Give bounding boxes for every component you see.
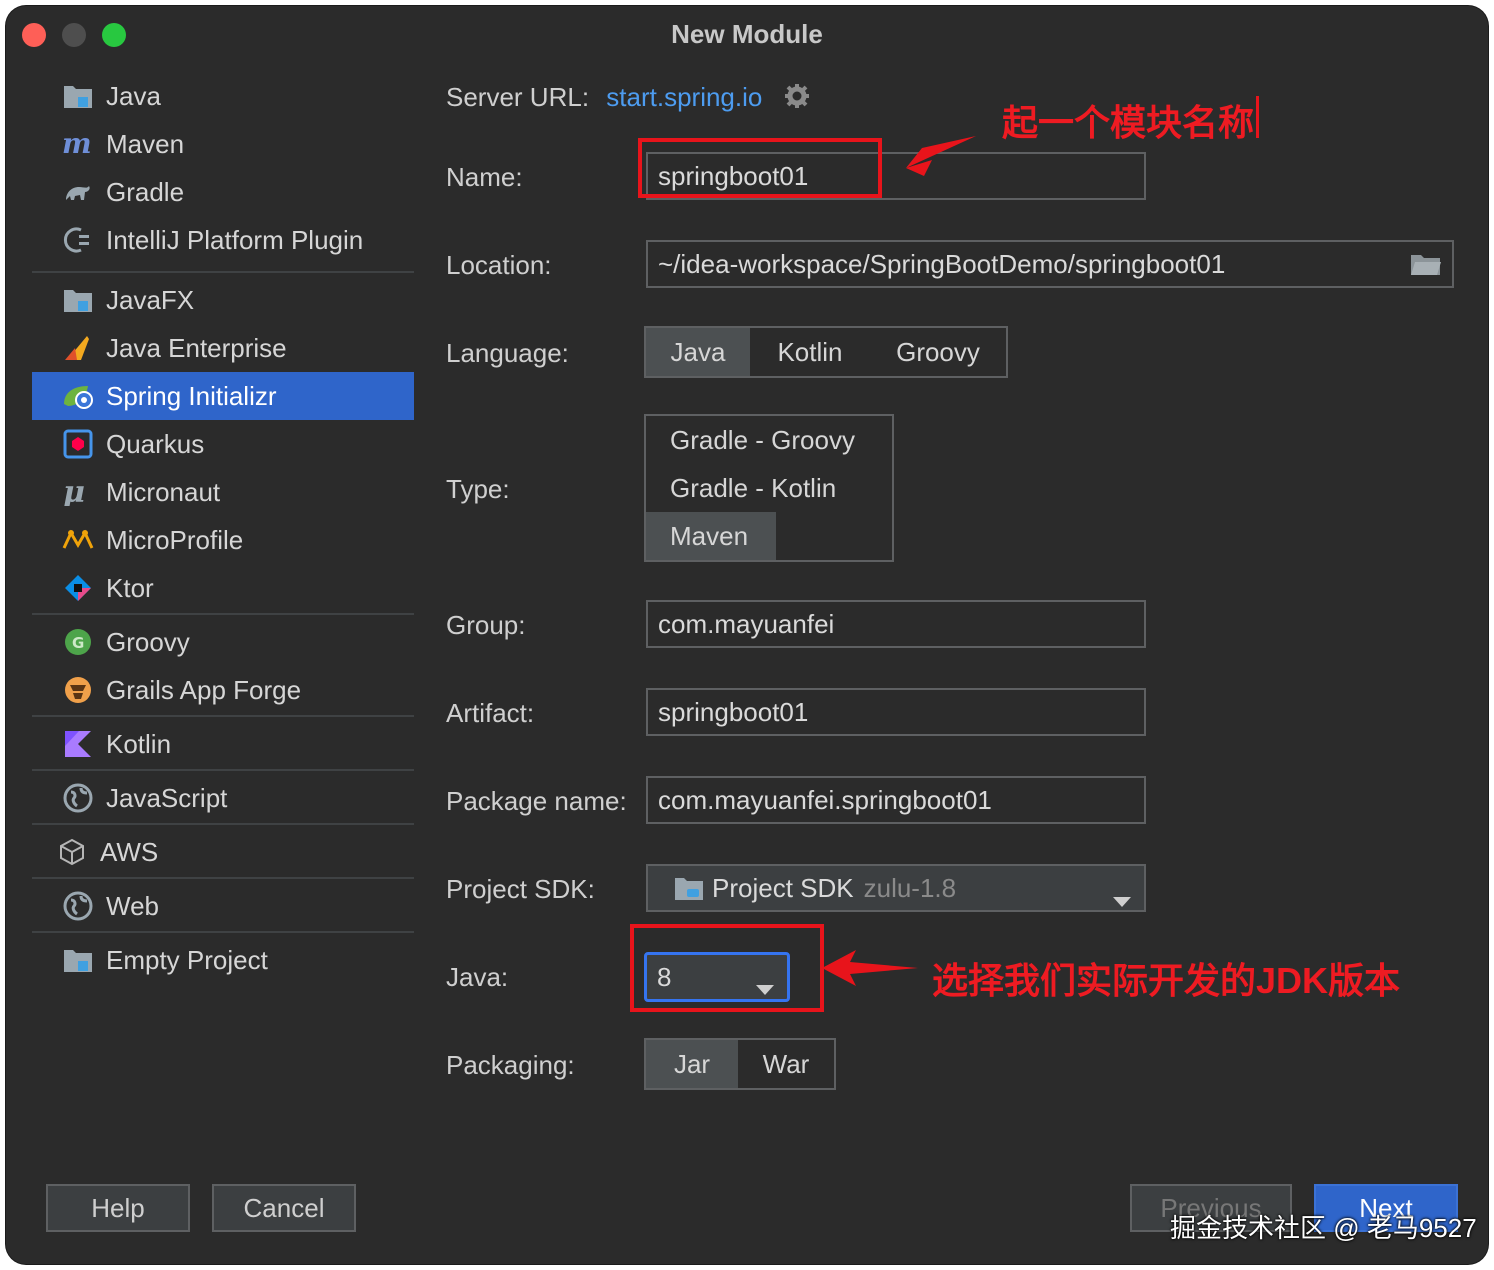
groovy-icon: G (62, 626, 94, 658)
sidebar-item-java-enterprise[interactable]: Java Enterprise (32, 324, 414, 372)
sidebar-item-maven[interactable]: m Maven (32, 120, 414, 168)
sidebar-divider (32, 823, 414, 825)
group-field[interactable]: com.mayuanfei (646, 600, 1146, 648)
packaging-selector[interactable]: Jar War (644, 1038, 836, 1090)
folder-browse-icon[interactable] (1410, 252, 1442, 283)
spring-icon (62, 380, 94, 412)
java-enterprise-icon (62, 332, 94, 364)
sidebar-item-web[interactable]: Web (32, 882, 414, 930)
type-label: Type: (446, 474, 510, 504)
packaging-label: Packaging: (446, 1050, 575, 1080)
sidebar-item-grails[interactable]: Grails App Forge (32, 666, 414, 714)
sidebar-item-javafx[interactable]: JavaFX (32, 276, 414, 324)
packaging-option-war[interactable]: War (738, 1040, 834, 1088)
server-url-label: Server URL: (446, 82, 590, 112)
artifact-label: Artifact: (446, 698, 535, 728)
maven-icon: m (62, 128, 94, 160)
language-label: Language: (446, 338, 569, 368)
svg-text:m: m (62, 131, 92, 157)
plugin-icon (62, 224, 94, 256)
sidebar-divider (32, 931, 414, 933)
grails-icon (62, 674, 94, 706)
sidebar-item-kotlin[interactable]: Kotlin (32, 720, 414, 768)
sdk-folder-icon (674, 875, 704, 901)
type-option-gradle-groovy[interactable]: Gradle - Groovy (646, 416, 892, 464)
name-label: Name: (446, 162, 523, 192)
kotlin-icon (62, 728, 94, 760)
watermark: 掘金技术社区 @ 老马9527 (1170, 1213, 1477, 1243)
group-label: Group: (446, 610, 526, 640)
type-option-gradle-kotlin[interactable]: Gradle - Kotlin (646, 464, 892, 512)
new-module-dialog: New Module Java m Maven Gradle IntelliJ … (6, 6, 1488, 1264)
package-name-field[interactable]: com.mayuanfei.springboot01 (646, 776, 1146, 824)
server-url-row: Server URL: start.spring.io (446, 82, 810, 116)
sidebar-item-gradle[interactable]: Gradle (32, 168, 414, 216)
sidebar-item-javascript[interactable]: JavaScript (32, 774, 414, 822)
micronaut-icon: μ (62, 476, 94, 508)
location-label: Location: (446, 250, 552, 280)
artifact-field[interactable]: springboot01 (646, 688, 1146, 736)
chevron-down-icon (1112, 884, 1132, 915)
microprofile-icon (62, 524, 94, 556)
sidebar-item-empty-project[interactable]: Empty Project (32, 936, 414, 984)
package-name-label: Package name: (446, 786, 627, 816)
cube-icon (56, 836, 88, 868)
red-arrow-icon (822, 950, 918, 986)
folder-icon (62, 944, 94, 976)
sidebar-divider (32, 715, 414, 717)
sidebar-item-intellij-plugin[interactable]: IntelliJ Platform Plugin (32, 216, 414, 264)
language-option-kotlin[interactable]: Kotlin (750, 328, 870, 376)
globe-icon (62, 890, 94, 922)
sidebar-item-spring-initializr[interactable]: Spring Initializr (32, 372, 414, 420)
sidebar-item-aws[interactable]: AWS (32, 828, 414, 876)
location-field[interactable]: ~/idea-workspace/SpringBootDemo/springbo… (646, 240, 1454, 288)
server-url-link[interactable]: start.spring.io (606, 82, 762, 112)
cancel-button[interactable]: Cancel (212, 1184, 356, 1232)
globe-icon (62, 782, 94, 814)
language-option-java[interactable]: Java (646, 328, 750, 376)
folder-icon (62, 284, 94, 316)
language-selector[interactable]: Java Kotlin Groovy (644, 326, 1008, 378)
ktor-icon (62, 572, 94, 604)
packaging-option-jar[interactable]: Jar (646, 1040, 738, 1088)
type-selector[interactable]: Gradle - Groovy Gradle - Kotlin Maven (644, 414, 894, 562)
svg-text:μ: μ (63, 478, 85, 506)
svg-text:G: G (72, 634, 84, 652)
sidebar-item-java[interactable]: Java (32, 72, 414, 120)
sidebar-item-ktor[interactable]: Ktor (32, 564, 414, 612)
type-option-maven[interactable]: Maven (646, 512, 776, 560)
sidebar-item-microprofile[interactable]: MicroProfile (32, 516, 414, 564)
sidebar-item-micronaut[interactable]: μ Micronaut (32, 468, 414, 516)
help-button[interactable]: Help (46, 1184, 190, 1232)
quarkus-icon (62, 428, 94, 460)
sidebar-divider (32, 877, 414, 879)
project-sdk-label: Project SDK: (446, 874, 595, 904)
window-title: New Module (671, 19, 823, 49)
title-bar: New Module (6, 6, 1488, 62)
name-highlight-box (638, 138, 882, 198)
red-arrow-icon (906, 136, 976, 176)
sidebar-divider (32, 769, 414, 771)
gear-icon[interactable] (784, 83, 810, 116)
jdk-annotation: 选择我们实际开发的JDK版本 (932, 960, 1401, 1001)
project-sdk-dropdown[interactable]: Project SDK zulu-1.8 (646, 864, 1146, 912)
sidebar-item-quarkus[interactable]: Quarkus (32, 420, 414, 468)
language-option-groovy[interactable]: Groovy (870, 328, 1006, 376)
text-cursor (1256, 96, 1259, 138)
name-annotation: 起一个模块名称 (1002, 102, 1255, 143)
java-label: Java: (446, 962, 509, 992)
folder-icon (62, 80, 94, 112)
sidebar-divider (32, 613, 414, 615)
gradle-icon (62, 176, 94, 208)
java-highlight-box (630, 924, 824, 1012)
sidebar-item-groovy[interactable]: G Groovy (32, 618, 414, 666)
sidebar-divider (32, 271, 414, 273)
